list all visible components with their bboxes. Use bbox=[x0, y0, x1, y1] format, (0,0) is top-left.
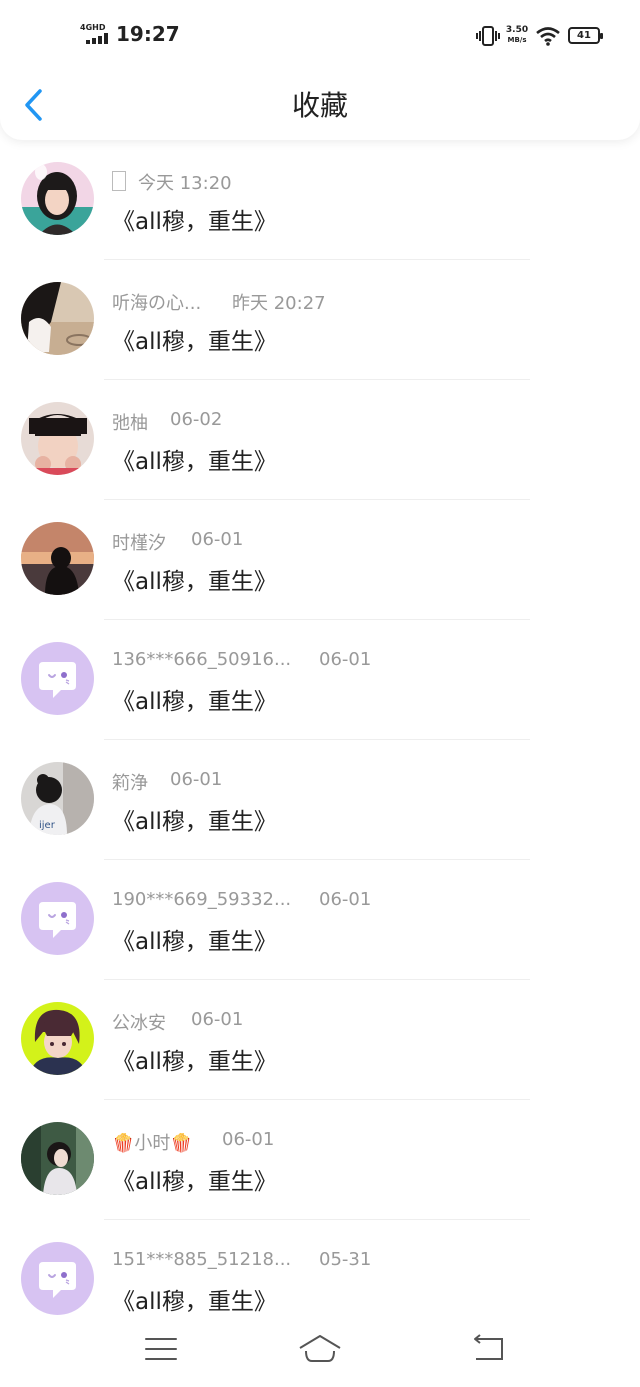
avatar[interactable] bbox=[21, 1242, 94, 1315]
speed-value: 3.50 bbox=[505, 25, 529, 35]
username: 136***666_50916... bbox=[112, 649, 292, 670]
username: 公冰安 bbox=[112, 1013, 166, 1034]
username bbox=[112, 171, 126, 191]
photo-forest-icon bbox=[21, 1122, 94, 1195]
wifi-icon bbox=[536, 27, 560, 46]
timestamp: 05-31 bbox=[319, 1249, 372, 1270]
default-chat-avatar-icon bbox=[21, 642, 94, 715]
username: 弛柚 bbox=[112, 413, 148, 434]
username: 🍿小时🍿 bbox=[112, 1133, 193, 1154]
photo-girl-icon bbox=[21, 162, 94, 235]
list-item[interactable]: 弛柚 06-02 《all穆，重生》 bbox=[0, 380, 640, 500]
svg-text:ijer: ijer bbox=[39, 820, 56, 831]
page-title: 收藏 bbox=[291, 89, 348, 122]
list-item[interactable]: 公冰安 06-01 《all穆，重生》 bbox=[0, 980, 640, 1100]
item-title: 《all穆，重生》 bbox=[112, 569, 277, 595]
list-item[interactable]: 听海の心... 昨天 20:27 《all穆，重生》 bbox=[0, 260, 640, 380]
list-item[interactable]: 今天 13:20 《all穆，重生》 bbox=[0, 140, 640, 260]
item-title: 《all穆，重生》 bbox=[112, 689, 277, 715]
battery-indicator: 41 bbox=[568, 27, 603, 44]
avatar[interactable] bbox=[21, 402, 94, 475]
list-item[interactable]: 136***666_50916... 06-01 《all穆，重生》 bbox=[0, 620, 640, 740]
avatar[interactable]: ijer bbox=[21, 762, 94, 835]
avatar[interactable] bbox=[21, 882, 94, 955]
status-bar: 4GHD 19:27 3.50 MB/s 41 bbox=[0, 0, 640, 70]
timestamp: 06-01 bbox=[170, 769, 223, 790]
status-icons: 3.50 MB/s 41 bbox=[476, 24, 606, 48]
favorites-list: 今天 13:20 《all穆，重生》 听海の心... 昨天 20:27 《all… bbox=[0, 140, 640, 1340]
avatar[interactable] bbox=[21, 522, 94, 595]
network-label: 4GHD bbox=[80, 23, 106, 32]
signal-icon bbox=[86, 33, 110, 44]
clock: 19:27 bbox=[116, 22, 180, 46]
avatar[interactable] bbox=[21, 162, 94, 235]
menu-icon bbox=[145, 1338, 177, 1360]
avatar[interactable] bbox=[21, 1122, 94, 1195]
timestamp: 昨天 20:27 bbox=[232, 293, 326, 314]
username: 时槿汐 bbox=[112, 533, 166, 554]
username: 190***669_59332... bbox=[112, 889, 292, 910]
timestamp: 06-01 bbox=[319, 649, 372, 670]
default-chat-avatar-icon bbox=[21, 1242, 94, 1315]
home-icon bbox=[299, 1335, 341, 1362]
list-item[interactable]: ijer 筣浄 06-01 《all穆，重生》 bbox=[0, 740, 640, 860]
username: 151***885_51218... bbox=[112, 1249, 292, 1270]
item-title: 《all穆，重生》 bbox=[112, 809, 277, 835]
vibrate-icon bbox=[476, 26, 500, 46]
header: 4GHD 19:27 3.50 MB/s 41 收藏 bbox=[0, 0, 640, 140]
photo-sunset-icon bbox=[21, 522, 94, 595]
default-chat-avatar-icon bbox=[21, 882, 94, 955]
item-title: 《all穆，重生》 bbox=[112, 1289, 277, 1315]
item-title: 《all穆，重生》 bbox=[112, 329, 277, 355]
menu-button[interactable] bbox=[139, 1331, 183, 1367]
home-button[interactable] bbox=[298, 1331, 342, 1367]
item-title: 《all穆，重生》 bbox=[112, 209, 277, 235]
timestamp: 06-02 bbox=[170, 409, 223, 430]
avatar[interactable] bbox=[21, 642, 94, 715]
screen: 4GHD 19:27 3.50 MB/s 41 收藏 今天 13:20 《all… bbox=[0, 0, 640, 1387]
item-title: 《all穆，重生》 bbox=[112, 929, 277, 955]
back-arrow-icon bbox=[474, 1334, 503, 1360]
avatar[interactable] bbox=[21, 1002, 94, 1075]
item-title: 《all穆，重生》 bbox=[112, 1169, 277, 1195]
username: 筣浄 bbox=[112, 773, 148, 794]
speed-unit: MB/s bbox=[507, 36, 527, 44]
timestamp: 06-01 bbox=[191, 529, 244, 550]
photo-girl-back-icon: ijer bbox=[21, 762, 94, 835]
navigation-bar bbox=[0, 1315, 640, 1387]
timestamp: 06-01 bbox=[191, 1009, 244, 1030]
timestamp: 今天 13:20 bbox=[138, 173, 232, 194]
network-speed: 3.50 MB/s bbox=[504, 25, 530, 45]
photo-beach-icon bbox=[21, 282, 94, 355]
username: 听海の心... bbox=[112, 293, 202, 314]
network-indicator: 4GHD bbox=[80, 23, 110, 45]
timestamp: 06-01 bbox=[319, 889, 372, 910]
list-item[interactable]: 🍿小时🍿 06-01 《all穆，重生》 bbox=[0, 1100, 640, 1220]
avatar[interactable] bbox=[21, 282, 94, 355]
photo-boy-icon bbox=[21, 402, 94, 475]
timestamp: 06-01 bbox=[222, 1129, 275, 1150]
list-item[interactable]: 190***669_59332... 06-01 《all穆，重生》 bbox=[0, 860, 640, 980]
anime-avatar-icon bbox=[21, 1002, 94, 1075]
back-nav-button[interactable] bbox=[466, 1331, 510, 1367]
list-item[interactable]: 时槿汐 06-01 《all穆，重生》 bbox=[0, 500, 640, 620]
item-title: 《all穆，重生》 bbox=[112, 1049, 277, 1075]
item-title: 《all穆，重生》 bbox=[112, 449, 277, 475]
